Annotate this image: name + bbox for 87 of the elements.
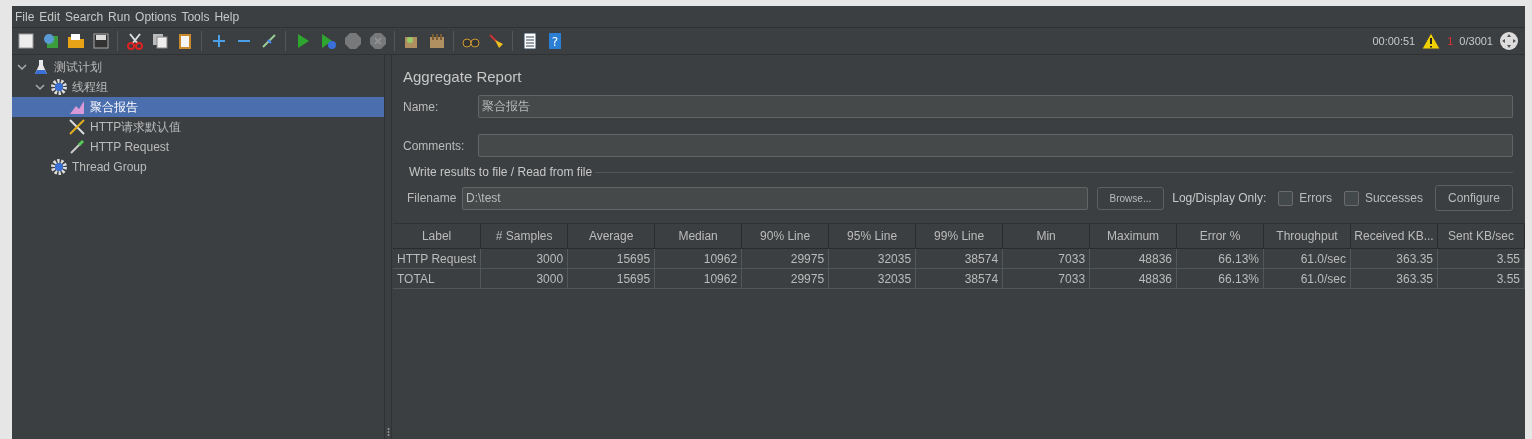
table-cell: 15695 (568, 249, 656, 269)
blank-page-icon (16, 32, 35, 50)
log-display-label: Log/Display Only: (1172, 191, 1267, 205)
table-cell: 7033 (1003, 269, 1091, 289)
tools-icon (68, 118, 86, 136)
table-cell: 61.0/sec (1264, 249, 1351, 269)
browse-button[interactable]: Browse... (1096, 186, 1165, 210)
folder-icon (66, 32, 85, 50)
thread-count: 0/3001 (1459, 35, 1493, 47)
field-label: Filename (407, 191, 458, 205)
column-header[interactable]: Average (568, 224, 656, 249)
pipette-icon (68, 138, 86, 156)
table-cell: 38574 (916, 249, 1004, 269)
gear-icon (50, 78, 68, 96)
tree-item[interactable]: Thread Group (12, 157, 384, 177)
tree-item[interactable]: 聚合报告 (12, 97, 384, 117)
stop-sign-icon (343, 32, 362, 50)
column-header[interactable]: Throughput (1264, 224, 1351, 249)
table-cell: 48836 (1090, 269, 1178, 289)
table-cell: TOTAL (393, 269, 482, 289)
column-header[interactable]: Median (655, 224, 743, 249)
splitter-handle-icon[interactable] (386, 427, 390, 437)
table-cell: 32035 (829, 249, 917, 269)
successes-checkbox[interactable]: Successes (1343, 190, 1423, 206)
panel-title: Aggregate Report (402, 67, 523, 87)
table-cell: 3000 (481, 269, 569, 289)
column-header[interactable]: 95% Line (829, 224, 917, 249)
menu-item[interactable]: Run (107, 9, 135, 24)
table-cell: 363.35 (1351, 269, 1438, 289)
menu-item[interactable]: File (14, 9, 39, 24)
flask-icon (32, 58, 50, 76)
tree-item[interactable]: HTTP Request (12, 137, 384, 157)
table-cell: 3000 (481, 249, 569, 269)
column-header[interactable]: 99% Line (916, 224, 1004, 249)
column-header[interactable]: # Samples (481, 224, 569, 249)
octagon-x-icon (368, 32, 387, 50)
table-cell: 61.0/sec (1264, 269, 1351, 289)
tree-item[interactable]: 线程组 (12, 77, 384, 97)
chevron-icon[interactable] (35, 82, 45, 92)
table-cell: 29975 (742, 249, 830, 269)
table-cell: 10962 (655, 269, 743, 289)
column-header[interactable]: Received KB... (1351, 224, 1438, 249)
chevron-icon[interactable] (17, 62, 27, 72)
field-label: Comments: (403, 138, 466, 153)
table-cell: 15695 (568, 269, 656, 289)
table-cell: HTTP Request (393, 249, 482, 269)
broom-icon (486, 32, 505, 50)
field-label: Name: (403, 99, 440, 114)
column-header[interactable]: Sent KB/sec (1438, 224, 1525, 249)
column-header[interactable]: Min (1003, 224, 1091, 249)
name-field[interactable]: 聚合报告 (478, 95, 1513, 118)
scissors-icon (125, 32, 144, 50)
gear-icon (50, 158, 68, 176)
table-cell: 48836 (1090, 249, 1178, 269)
menu-item[interactable]: Tools (180, 9, 214, 24)
brushes-icon (427, 32, 446, 50)
errors-checkbox[interactable]: Errors (1278, 190, 1332, 206)
warning-icon[interactable] (1421, 32, 1442, 50)
configure-button[interactable]: Configure (1434, 185, 1513, 211)
table-cell: 7033 (1003, 249, 1091, 269)
menu-item[interactable]: Edit (38, 9, 65, 24)
table-cell: 66.13% (1177, 269, 1265, 289)
section-title: Write results to file / Read from file (409, 165, 593, 179)
filename-field[interactable]: D:\test (462, 186, 1088, 210)
table-cell: 29975 (742, 269, 830, 289)
column-header[interactable]: Error % (1177, 224, 1265, 249)
minus-icon (237, 40, 250, 42)
menu-item[interactable]: Search (64, 9, 108, 24)
table-cell: 3.55 (1438, 269, 1525, 289)
menu-item[interactable]: Help (213, 9, 244, 24)
list-icon (520, 32, 539, 50)
column-header[interactable]: Maximum (1090, 224, 1178, 249)
table-cell: 10962 (655, 249, 743, 269)
tree-item[interactable]: 测试计划 (12, 57, 384, 77)
table-cell: 3.55 (1438, 249, 1525, 269)
tree-item[interactable]: HTTP请求默认值 (12, 117, 384, 137)
elapsed-time: 00:00:51 (1372, 35, 1416, 47)
comments-field[interactable] (478, 134, 1513, 157)
column-header[interactable]: Label (393, 224, 482, 249)
menu-item[interactable]: Options (134, 9, 181, 24)
table-cell: 66.13% (1177, 249, 1265, 269)
copy-pages-icon (150, 32, 169, 50)
table-cell: 38574 (916, 269, 1004, 289)
table-cell: 363.35 (1351, 249, 1438, 269)
error-count: 1 (1447, 35, 1454, 47)
column-header[interactable]: 90% Line (742, 224, 830, 249)
table-cell: 32035 (829, 269, 917, 289)
